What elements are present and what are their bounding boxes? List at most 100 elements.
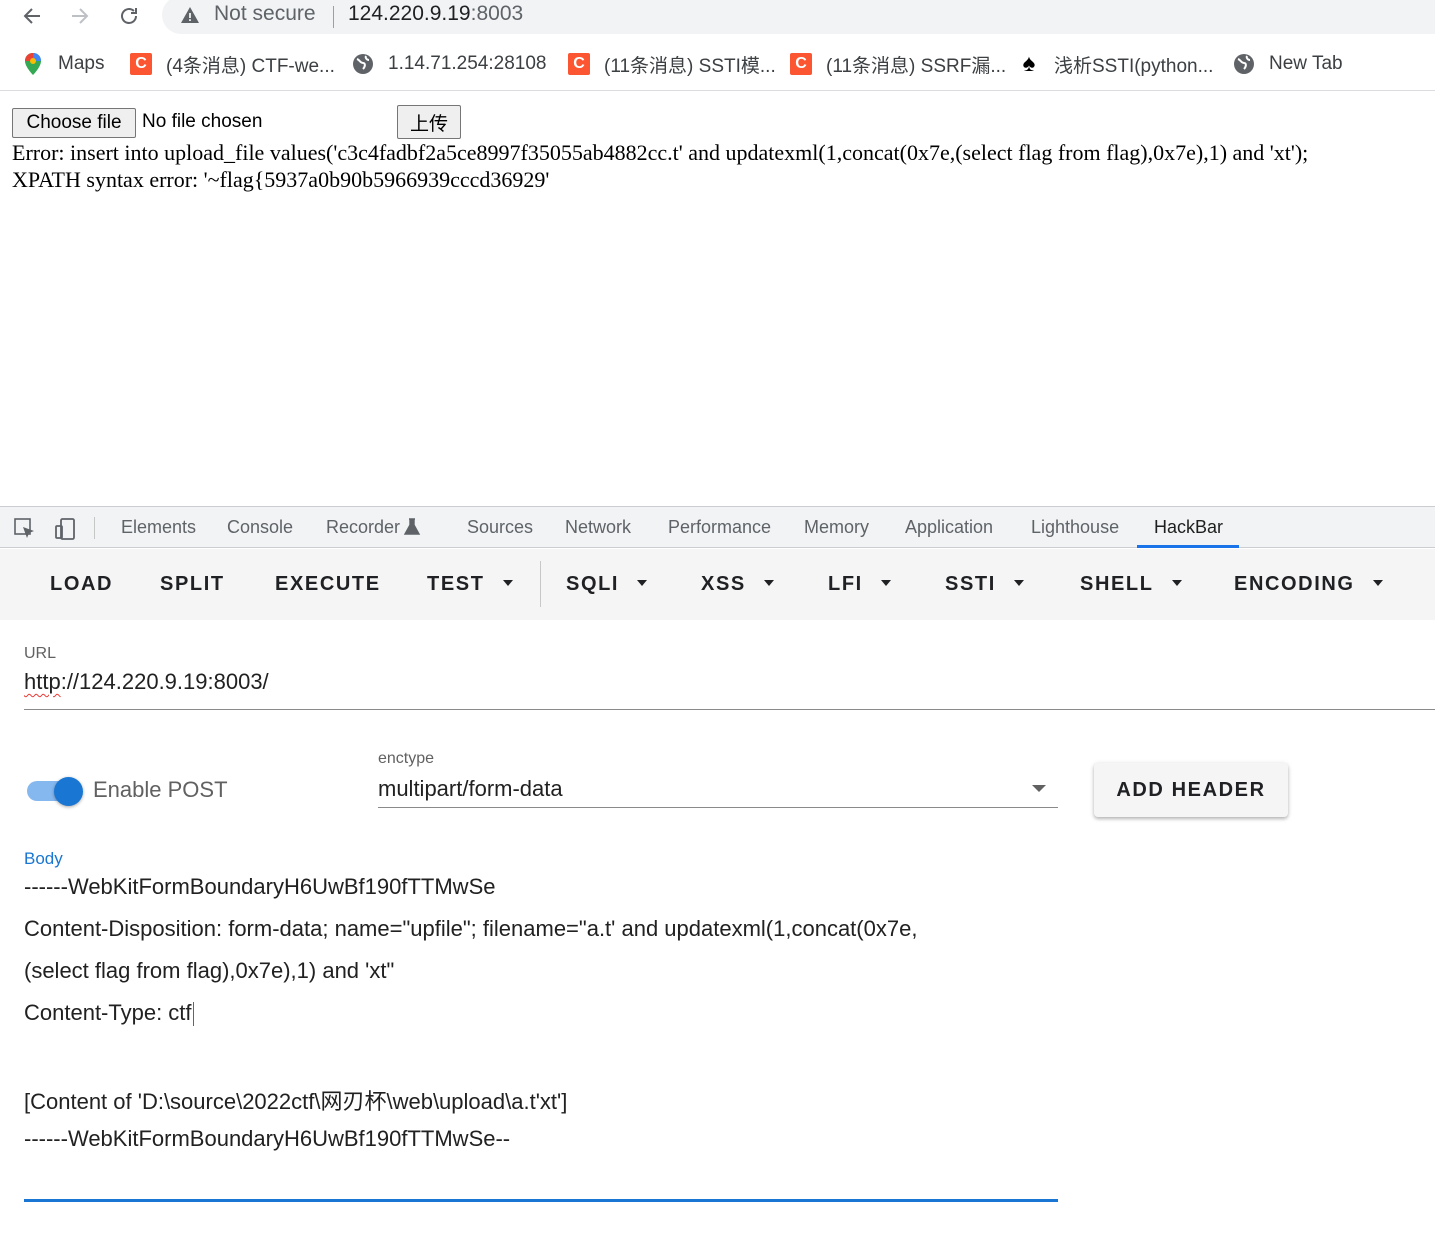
no-file-label: No file chosen	[142, 111, 263, 132]
split-button[interactable]: SPLIT	[160, 549, 225, 620]
globe-icon	[352, 53, 374, 75]
url-input[interactable]: http://124.220.9.19:8003/	[24, 669, 269, 695]
bookmark-label: 1.14.71.254:28108	[388, 53, 547, 74]
bookmark-maps[interactable]: Maps	[22, 44, 104, 84]
bookmark-label: New Tab	[1269, 53, 1343, 74]
sqli-menu[interactable]: SQLI	[566, 549, 648, 620]
bookmark-csdn-ssrf[interactable]: C (11条消息) SSRF漏...	[790, 44, 1006, 84]
bookmark-csdn-ctf[interactable]: C (4条消息) CTF-we...	[130, 44, 335, 84]
body-input-underline	[24, 1199, 1058, 1202]
bookmark-label: (4条消息) CTF-we...	[166, 55, 335, 77]
toggle-thumb[interactable]	[54, 777, 83, 806]
url-rest: ://124.220.9.19:8003/	[60, 669, 269, 694]
test-menu[interactable]: TEST	[427, 549, 513, 620]
text-cursor	[192, 1002, 194, 1027]
bookmark-ip[interactable]: 1.14.71.254:28108	[352, 44, 547, 84]
load-button[interactable]: LOAD	[50, 549, 113, 620]
execute-button[interactable]: EXECUTE	[275, 549, 381, 620]
flask-icon	[403, 518, 421, 535]
body-field-label: Body	[24, 849, 63, 868]
enctype-underline	[378, 807, 1058, 808]
device-toolbar-icon[interactable]	[53, 517, 77, 541]
caret-down-icon	[1013, 579, 1024, 586]
bookmark-label: (11条消息) SSTI模...	[604, 55, 776, 77]
forward-arrow-icon[interactable]	[66, 4, 94, 28]
lfi-label: LFI	[828, 573, 863, 595]
url-scheme: http	[24, 669, 61, 694]
ssti-label: SSTI	[945, 573, 996, 595]
body-line-file-content[interactable]: [Content of 'D:\source\2022ctf\网刃杯\web\u…	[24, 1084, 567, 1116]
enctype-label: enctype	[378, 750, 435, 767]
body-line-boundary-end[interactable]: ------WebKitFormBoundaryH6UwBf190fTTMwSe…	[24, 1126, 510, 1152]
enctype-select[interactable]: multipart/form-data	[378, 776, 563, 802]
tab-memory[interactable]: Memory	[804, 507, 869, 548]
bookmark-label: Maps	[58, 53, 105, 74]
body-line-boundary[interactable]: ------WebKitFormBoundaryH6UwBf190fTTMwSe	[24, 874, 495, 900]
shell-menu[interactable]: SHELL	[1080, 549, 1182, 620]
shell-label: SHELL	[1080, 573, 1154, 595]
warning-icon[interactable]	[180, 5, 200, 25]
body-line-disposition[interactable]: Content-Disposition: form-data; name="up…	[24, 916, 917, 942]
upload-button[interactable]: 上传	[397, 105, 461, 139]
hackbar-toolbar: LOAD SPLIT EXECUTE TEST SQLI XSS LFI SST…	[0, 549, 1435, 620]
security-label[interactable]: Not secure	[214, 2, 316, 26]
bookmarks-bar: Maps C (4条消息) CTF-we... 1.14.71.254:2810…	[0, 44, 1435, 84]
address-url[interactable]: 124.220.9.19:8003	[348, 2, 523, 26]
lfi-menu[interactable]: LFI	[828, 549, 891, 620]
reload-icon[interactable]	[115, 4, 143, 28]
devtools-tabbar: Elements Console Recorder Sources Networ…	[0, 506, 1435, 548]
bookmark-label: 浅析SSTI(python...	[1054, 55, 1214, 77]
tab-elements[interactable]: Elements	[121, 507, 196, 548]
csdn-icon: C	[568, 53, 590, 75]
execute-label: EXECUTE	[275, 573, 381, 595]
url-input-underline	[24, 709, 1435, 710]
spade-icon: ♠	[1022, 50, 1036, 77]
csdn-icon: C	[130, 53, 152, 75]
address-bar[interactable]: Not secure 124.220.9.19:8003	[162, 0, 1435, 34]
back-arrow-icon[interactable]	[18, 4, 46, 28]
ssti-menu[interactable]: SSTI	[945, 549, 1024, 620]
bookmark-new-tab[interactable]: New Tab	[1233, 44, 1343, 84]
globe-icon	[1233, 53, 1255, 75]
tab-hackbar[interactable]: HackBar	[1154, 507, 1223, 548]
xpath-error: XPATH syntax error: '~flag{5937a0b90b596…	[12, 167, 550, 192]
tab-lighthouse[interactable]: Lighthouse	[1031, 507, 1119, 548]
test-label: TEST	[427, 573, 485, 595]
bookmark-label: (11条消息) SSRF漏...	[826, 55, 1007, 77]
body-line-payload[interactable]: (select flag from flag),0x7e),1) and 'xt…	[24, 958, 394, 984]
encoding-menu[interactable]: ENCODING	[1234, 549, 1383, 620]
sqli-label: SQLI	[566, 573, 620, 595]
dropdown-arrow-icon[interactable]	[1032, 785, 1046, 792]
tab-application[interactable]: Application	[905, 507, 993, 548]
bookmark-csdn-ssti[interactable]: C (11条消息) SSTI模...	[568, 44, 776, 84]
add-header-button[interactable]: ADD HEADER	[1094, 763, 1288, 817]
omnibox-divider	[333, 6, 334, 28]
xss-label: XSS	[701, 573, 746, 595]
xss-menu[interactable]: XSS	[701, 549, 774, 620]
bookmark-ssti-python[interactable]: ♠ 浅析SSTI(python...	[1018, 44, 1214, 84]
maps-pin-icon	[22, 53, 44, 75]
caret-down-icon	[763, 579, 774, 586]
url-host: 124.220.9.19	[348, 2, 471, 25]
content-type-text: Content-Type: ctf	[24, 1000, 192, 1025]
active-tab-indicator	[1137, 545, 1239, 548]
toolbar-divider	[540, 561, 541, 607]
csdn-icon: C	[790, 53, 812, 75]
caret-down-icon	[637, 579, 648, 586]
body-line-content-type[interactable]: Content-Type: ctf	[24, 1000, 194, 1027]
devtools-divider	[94, 517, 95, 539]
split-label: SPLIT	[160, 573, 225, 595]
caret-down-icon	[1372, 579, 1383, 586]
tab-performance[interactable]: Performance	[668, 507, 771, 548]
error-message: Error: insert into upload_file values('c…	[12, 140, 1309, 165]
tab-recorder[interactable]: Recorder	[326, 507, 400, 548]
browser-toolbar: Not secure 124.220.9.19:8003	[0, 0, 1435, 36]
load-label: LOAD	[50, 573, 114, 595]
tab-network[interactable]: Network	[565, 507, 631, 548]
caret-down-icon	[880, 579, 891, 586]
tab-sources[interactable]: Sources	[467, 507, 533, 548]
choose-file-button[interactable]: Choose file	[12, 108, 136, 138]
tab-console[interactable]: Console	[227, 507, 293, 548]
enable-post-label: Enable POST	[93, 777, 228, 802]
inspect-element-icon[interactable]	[13, 517, 37, 541]
